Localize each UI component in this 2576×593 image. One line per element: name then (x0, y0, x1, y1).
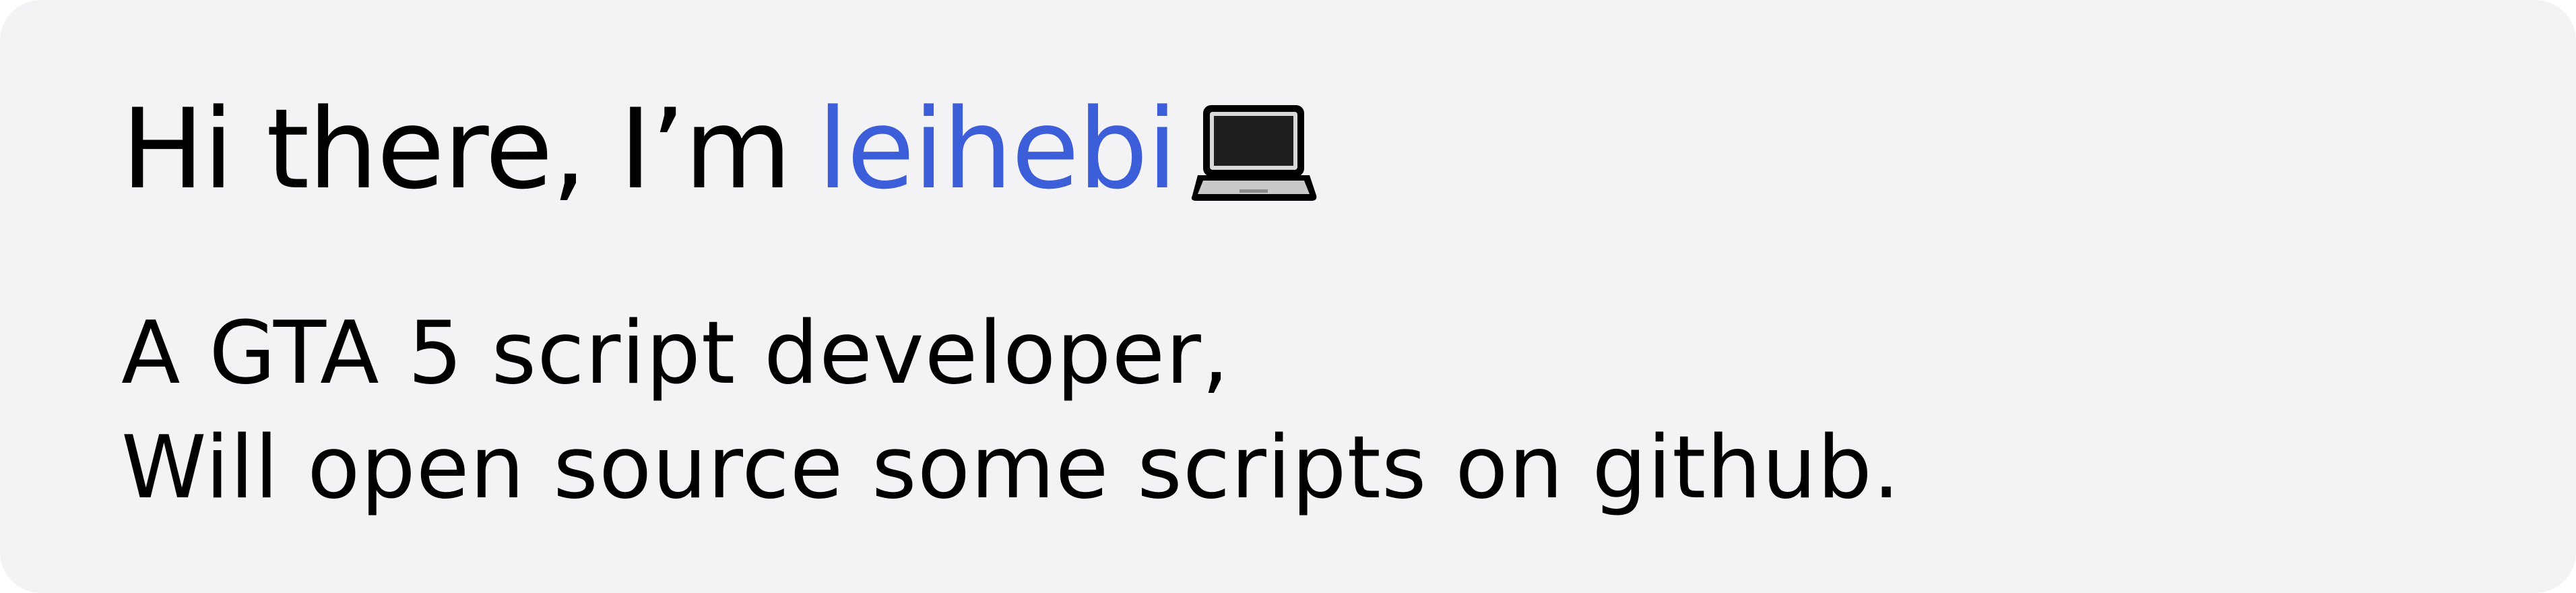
bio-text: A GTA 5 script developer, Will open sour… (121, 296, 1901, 526)
greeting-heading: Hi there, I’m leihebi (121, 82, 1319, 217)
bio-line-2: Will open source some scripts on github. (121, 418, 1901, 518)
greeting-prefix: Hi there, I’m (121, 85, 792, 214)
user-name-link[interactable]: leihebi (817, 94, 1178, 205)
bio-line-1: A GTA 5 script developer, (121, 303, 1230, 404)
profile-readme-card: Hi there, I’m leihebi A GTA 5 script dev… (0, 0, 2576, 593)
laptop-icon (1191, 100, 1319, 208)
